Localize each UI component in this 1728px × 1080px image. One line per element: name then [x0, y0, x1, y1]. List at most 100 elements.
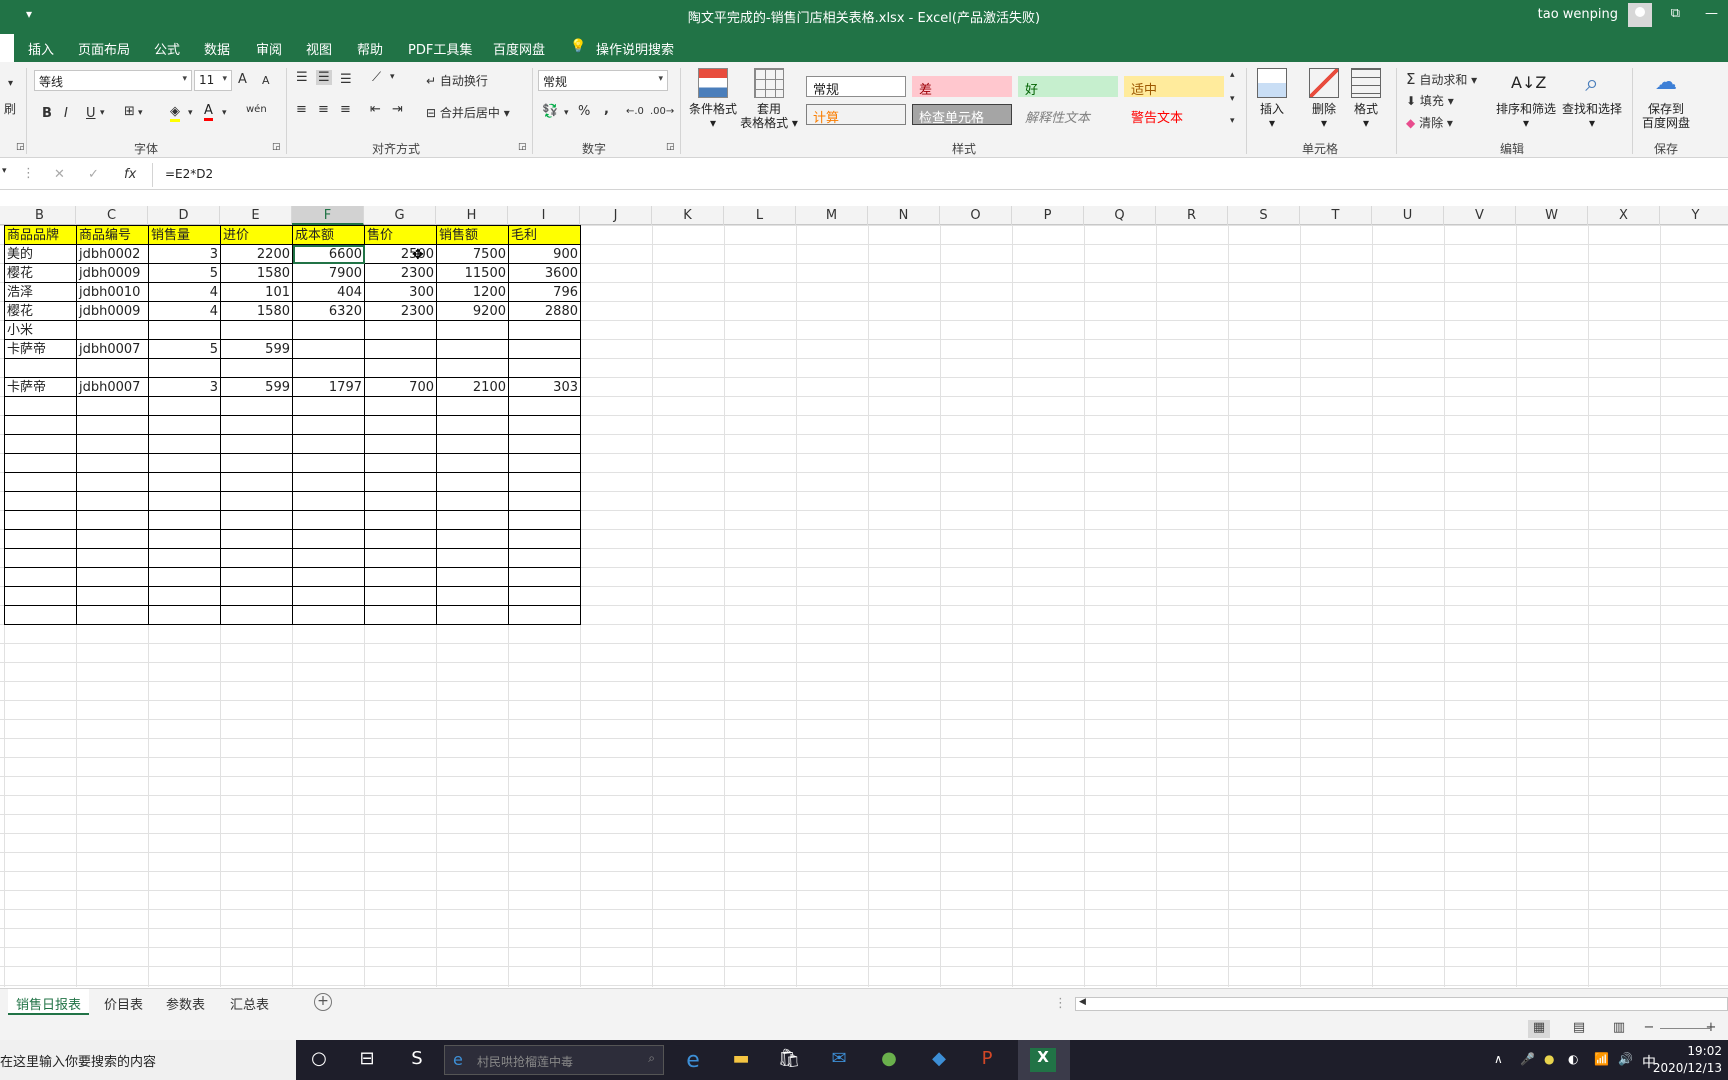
- style-normal[interactable]: 常规: [806, 76, 906, 98]
- alignment-launcher-icon[interactable]: ◲: [518, 142, 527, 152]
- table-cell[interactable]: [76, 320, 149, 340]
- table-cell[interactable]: 6600: [292, 244, 365, 264]
- tab-insert[interactable]: 插入: [28, 39, 54, 58]
- table-cell[interactable]: [508, 358, 581, 378]
- table-cell[interactable]: [364, 548, 437, 568]
- table-cell[interactable]: [436, 586, 509, 606]
- table-cell[interactable]: 2880: [508, 301, 581, 321]
- table-cell[interactable]: [364, 491, 437, 511]
- style-good[interactable]: 好: [1018, 76, 1118, 98]
- underline-dropdown-icon[interactable]: ▾: [100, 108, 105, 118]
- edge-icon[interactable]: e: [680, 1048, 706, 1073]
- table-cell[interactable]: [76, 548, 149, 568]
- table-cell[interactable]: [220, 396, 293, 416]
- table-cell[interactable]: [364, 586, 437, 606]
- table-cell[interactable]: [436, 339, 509, 359]
- header-cell[interactable]: 销售额: [436, 225, 509, 245]
- accounting-format-icon[interactable]: 💱: [542, 104, 558, 119]
- table-cell[interactable]: [292, 358, 365, 378]
- table-cell[interactable]: [436, 510, 509, 530]
- header-cell[interactable]: 进价: [220, 225, 293, 245]
- header-cell[interactable]: 毛利: [508, 225, 581, 245]
- table-cell[interactable]: 4: [148, 282, 221, 302]
- table-cell[interactable]: [436, 434, 509, 454]
- table-cell[interactable]: [292, 491, 365, 511]
- table-cell[interactable]: 5: [148, 263, 221, 283]
- style-calculation[interactable]: 计算: [806, 104, 906, 126]
- tray-chevron-icon[interactable]: ∧: [1494, 1052, 1503, 1066]
- column-header-w[interactable]: W: [1516, 206, 1588, 225]
- tab-formulas[interactable]: 公式: [154, 39, 180, 58]
- table-cell[interactable]: [508, 320, 581, 340]
- table-cell[interactable]: 2100: [436, 377, 509, 397]
- header-cell[interactable]: 售价: [364, 225, 437, 245]
- table-cell[interactable]: [76, 510, 149, 530]
- style-explanatory[interactable]: 解释性文本: [1018, 104, 1118, 126]
- table-cell[interactable]: 9200: [436, 301, 509, 321]
- table-cell[interactable]: 2200: [220, 244, 293, 264]
- minimize-icon[interactable]: —: [1705, 6, 1718, 21]
- styles-scroll-up-icon[interactable]: ▴: [1230, 70, 1235, 80]
- table-cell[interactable]: 7900: [292, 263, 365, 283]
- cortana-icon[interactable]: ○: [306, 1048, 332, 1072]
- column-header-x[interactable]: X: [1588, 206, 1660, 225]
- decrease-indent-icon[interactable]: ⇤: [370, 102, 381, 117]
- app-s-icon[interactable]: S: [404, 1048, 430, 1072]
- column-header-l[interactable]: L: [724, 206, 796, 225]
- table-cell[interactable]: 300: [364, 282, 437, 302]
- sheet-tab[interactable]: 汇总表: [222, 989, 277, 1015]
- table-cell[interactable]: [436, 396, 509, 416]
- column-header-q[interactable]: Q: [1084, 206, 1156, 225]
- table-cell[interactable]: [508, 567, 581, 587]
- table-cell[interactable]: 5: [148, 339, 221, 359]
- app-green-icon[interactable]: ●: [876, 1048, 902, 1072]
- column-header-r[interactable]: R: [1156, 206, 1228, 225]
- tab-help[interactable]: 帮助: [357, 39, 383, 58]
- format-as-table-button[interactable]: 套用 表格格式 ▾: [740, 68, 798, 130]
- style-warning[interactable]: 警告文本: [1124, 104, 1224, 126]
- table-cell[interactable]: [148, 605, 221, 625]
- fill-color-icon[interactable]: ◈: [170, 104, 180, 122]
- table-cell[interactable]: jdbh0007: [76, 339, 149, 359]
- font-launcher-icon[interactable]: ◲: [272, 142, 281, 152]
- conditional-formatting-button[interactable]: 条件格式 ▾: [686, 68, 740, 130]
- table-cell[interactable]: [4, 491, 77, 511]
- table-cell[interactable]: [364, 434, 437, 454]
- percent-button[interactable]: %: [578, 104, 590, 119]
- tray-app2-icon[interactable]: ◐: [1568, 1052, 1578, 1066]
- table-cell[interactable]: [4, 510, 77, 530]
- fill-color-dropdown-icon[interactable]: ▾: [188, 108, 193, 118]
- table-cell[interactable]: [76, 605, 149, 625]
- table-cell[interactable]: jdbh0009: [76, 301, 149, 321]
- table-cell[interactable]: [4, 605, 77, 625]
- table-cell[interactable]: [436, 453, 509, 473]
- comma-style-button[interactable]: ,: [604, 102, 609, 117]
- clear-button[interactable]: ◆ 清除 ▾: [1406, 114, 1453, 131]
- table-cell[interactable]: [220, 472, 293, 492]
- column-header-o[interactable]: O: [940, 206, 1012, 225]
- orientation-icon[interactable]: ⟋: [372, 70, 381, 85]
- column-header-e[interactable]: E: [220, 206, 292, 225]
- table-cell[interactable]: [436, 491, 509, 511]
- number-format-select[interactable]: 常规 ▾: [538, 70, 668, 91]
- paste-dropdown-icon[interactable]: ▾: [8, 78, 13, 89]
- table-cell[interactable]: [220, 586, 293, 606]
- table-cell[interactable]: [148, 491, 221, 511]
- table-cell[interactable]: [508, 472, 581, 492]
- normal-view-icon[interactable]: ▦: [1528, 1020, 1550, 1038]
- table-cell[interactable]: 1580: [220, 263, 293, 283]
- fill-button[interactable]: ⬇ 填充 ▾: [1406, 92, 1454, 109]
- powerpoint-icon[interactable]: P: [974, 1048, 1000, 1072]
- page-layout-view-icon[interactable]: ▤: [1568, 1020, 1590, 1038]
- style-neutral[interactable]: 适中: [1124, 76, 1224, 98]
- column-header-j[interactable]: J: [580, 206, 652, 225]
- table-cell[interactable]: [292, 529, 365, 549]
- zoom-in-icon[interactable]: +: [1700, 1020, 1722, 1038]
- table-cell[interactable]: [148, 415, 221, 435]
- zoom-out-icon[interactable]: −: [1638, 1020, 1660, 1038]
- store-icon[interactable]: 🛍: [776, 1048, 802, 1072]
- table-cell[interactable]: [76, 472, 149, 492]
- add-sheet-button[interactable]: +: [314, 993, 332, 1011]
- sheet-tab[interactable]: 参数表: [158, 989, 213, 1015]
- column-header-i[interactable]: I: [508, 206, 580, 225]
